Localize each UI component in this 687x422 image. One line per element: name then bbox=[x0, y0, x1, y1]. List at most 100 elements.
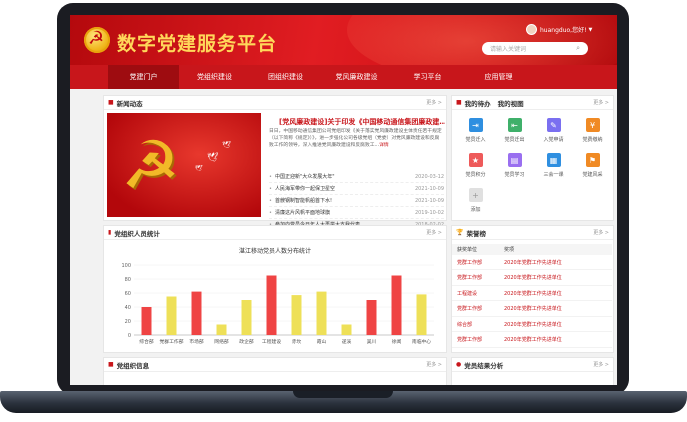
flag-decoration bbox=[347, 15, 617, 65]
app-screen: 数字党建服务平台 huangduo,您好! ▼ 请输入关键词 ⌕ 党建门户 党组… bbox=[70, 15, 617, 385]
bar bbox=[241, 300, 252, 335]
honor-unit: 党群工作部 bbox=[457, 275, 483, 281]
org-icon: ■ bbox=[108, 361, 114, 368]
y-tick-label: 40 bbox=[125, 305, 131, 311]
org-more-link[interactable]: 更多 > bbox=[426, 361, 442, 368]
bar bbox=[416, 294, 427, 335]
news-more-link[interactable]: 更多 > bbox=[426, 99, 442, 106]
tile-icon: ★ bbox=[468, 153, 483, 167]
table-row[interactable]: 工程建设 2020年党群工作先进单位 bbox=[452, 286, 612, 301]
nav-item-party-org[interactable]: 党组织建设 bbox=[179, 65, 250, 89]
tile-icon: ⇥ bbox=[468, 118, 483, 132]
quick-tile[interactable]: ▦ 三会一课 bbox=[534, 153, 573, 188]
news-icon: ■ bbox=[108, 99, 114, 106]
tile-label: 党员积分 bbox=[465, 172, 486, 178]
stats-more-link[interactable]: 更多 > bbox=[426, 229, 442, 236]
nav-item-portal[interactable]: 党建门户 bbox=[108, 65, 179, 89]
tile-label: 党员学习 bbox=[504, 172, 525, 178]
org-title: 党组织信息 bbox=[116, 361, 150, 370]
nav-item-app-manage[interactable]: 应用管理 bbox=[463, 65, 534, 89]
x-tick-label: 党群工作部 bbox=[160, 338, 184, 345]
news-detail-link[interactable]: 详情 bbox=[379, 143, 389, 148]
user-menu[interactable]: huangduo,您好! ▼ bbox=[526, 24, 592, 35]
table-row[interactable]: 综合部 2020年党群工作先进单位 bbox=[452, 317, 612, 332]
honor-unit: 党群工作部 bbox=[457, 306, 483, 312]
news-item-title: 人民海军带你一起保卫星空 bbox=[269, 185, 335, 192]
search-placeholder: 请输入关键词 bbox=[490, 46, 527, 53]
news-item-title: 清廉这片风帆平面地球旗 bbox=[269, 209, 330, 216]
y-tick-label: 20 bbox=[125, 319, 131, 325]
tab-todo[interactable]: 我的待办 bbox=[465, 98, 491, 108]
honor-award: 2020年党群工作先进单位 bbox=[504, 290, 562, 297]
quick-tile[interactable]: ¥ 党费缴纳 bbox=[573, 118, 612, 153]
hammer-sickle-icon: ☭ bbox=[121, 127, 181, 204]
quick-tile[interactable]: ▤ 党员学习 bbox=[495, 153, 534, 188]
org-panel: ■ 党组织信息 更多 > bbox=[103, 357, 447, 385]
tile-label: 党费缴纳 bbox=[582, 137, 603, 143]
news-item-date: 2019-10-02 bbox=[414, 209, 444, 216]
table-row[interactable]: 党群工作部 2020年党群工作先进单位 bbox=[452, 333, 612, 348]
news-item-title: 中国正迎新"大众发展大年" bbox=[269, 173, 335, 180]
news-headline[interactable]: [党风廉政建设]关于印发《中国移动通信集团廉政建… bbox=[279, 117, 445, 127]
quick-tile[interactable]: ★ 党员积分 bbox=[456, 153, 495, 188]
quick-tile[interactable]: ⇤ 党员迁出 bbox=[495, 118, 534, 153]
nav-item-youth-org[interactable]: 团组织建设 bbox=[250, 65, 321, 89]
tile-icon: ▤ bbox=[507, 153, 522, 167]
user-greeting: huangduo,您好! bbox=[540, 27, 587, 34]
news-list-item[interactable]: 人民海军带你一起保卫星空 2021-10-09 bbox=[269, 183, 444, 195]
nav-item-integrity[interactable]: 党风廉政建设 bbox=[321, 65, 392, 89]
dove-icon: 🕊 bbox=[222, 141, 231, 149]
bar bbox=[391, 275, 402, 335]
table-row[interactable]: 党群工作部 2020年党群工作先进单位 bbox=[452, 255, 612, 270]
tile-icon: ⚑ bbox=[585, 153, 600, 167]
tile-label: 党建风采 bbox=[582, 172, 603, 178]
news-list: 中国正迎新"大众发展大年" 2020-03-12 人民海军带你一起保卫星空 2021-… bbox=[269, 171, 444, 231]
analysis-more-link[interactable]: 更多 > bbox=[593, 361, 609, 368]
quick-tile[interactable]: ✎ 入党申请 bbox=[534, 118, 573, 153]
news-image: ☭ 🕊 🕊 🕊 bbox=[107, 113, 261, 217]
analysis-icon: ● bbox=[456, 361, 462, 368]
honor-more-link[interactable]: 更多 > bbox=[593, 229, 609, 236]
bar bbox=[291, 295, 302, 335]
honor-unit: 党群工作部 bbox=[457, 259, 483, 266]
tile-label: 三会一课 bbox=[543, 172, 564, 178]
quick-tile[interactable]: ⇥ 党员迁入 bbox=[456, 118, 495, 153]
news-list-item[interactable]: 清廉这片风帆平面地球旗 2019-10-02 bbox=[269, 207, 444, 219]
dove-icon: 🕊 bbox=[207, 153, 219, 163]
news-item-date: 2020-03-12 bbox=[414, 173, 444, 180]
avatar bbox=[526, 24, 537, 35]
table-row[interactable]: 党群工作部 2020年党群工作先进单位 bbox=[452, 271, 612, 286]
quick-tile[interactable]: ⚑ 党建风采 bbox=[573, 153, 612, 188]
news-list-item[interactable]: 首艘钢制智能帆船首下水! 2021-10-09 bbox=[269, 195, 444, 207]
tile-icon: ¥ bbox=[585, 118, 600, 132]
x-tick-label: 吴川 bbox=[367, 339, 377, 345]
bar bbox=[141, 307, 152, 335]
trophy-icon: 🏆 bbox=[456, 229, 464, 236]
bar bbox=[191, 291, 202, 335]
honor-award: 2020年党群工作先进单位 bbox=[504, 275, 562, 281]
honor-title: 荣誉榜 bbox=[466, 229, 486, 238]
news-title: 新闻动态 bbox=[116, 99, 143, 108]
bar-chart: 0 20 40 60 80 100 综合部 党群工作部 市场部 网络部 政企部 工程建设 赤坎 霞山 遂溪 吴… bbox=[121, 263, 434, 345]
search-input[interactable]: 请输入关键词 ⌕ bbox=[482, 42, 588, 55]
laptop-notch bbox=[293, 391, 393, 398]
news-item-title: 首艘钢制智能帆船首下水! bbox=[269, 197, 332, 204]
todo-more-link[interactable]: 更多 > bbox=[593, 99, 609, 106]
tile-icon: ⇤ bbox=[507, 118, 522, 132]
quick-tile[interactable]: + 添加 bbox=[456, 188, 495, 223]
analysis-title: 党员结果分析 bbox=[464, 361, 504, 370]
todo-icon: ■ bbox=[456, 99, 462, 106]
party-emblem-icon bbox=[84, 27, 110, 53]
tile-label: 党员迁入 bbox=[465, 137, 486, 143]
x-tick-label: 霞山 bbox=[317, 338, 327, 345]
nav-item-learning[interactable]: 学习平台 bbox=[392, 65, 463, 89]
x-tick-label: 徐闻 bbox=[392, 338, 402, 345]
tile-icon: ✎ bbox=[546, 118, 561, 132]
bar bbox=[316, 291, 327, 335]
table-row[interactable]: 党群工作部 2020年党群工作先进单位 bbox=[452, 302, 612, 317]
search-icon[interactable]: ⌕ bbox=[576, 44, 580, 53]
honor-unit: 党群工作部 bbox=[457, 337, 483, 343]
news-list-item[interactable]: 中国正迎新"大众发展大年" 2020-03-12 bbox=[269, 171, 444, 183]
header-banner: 数字党建服务平台 huangduo,您好! ▼ 请输入关键词 ⌕ bbox=[70, 15, 617, 65]
tab-my-view[interactable]: 我的视图 bbox=[498, 98, 524, 108]
